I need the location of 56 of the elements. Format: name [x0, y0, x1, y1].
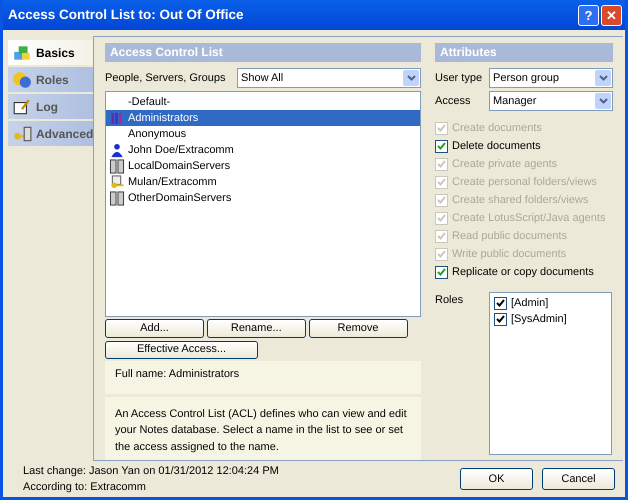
dropdown-value: Manager: [493, 94, 538, 108]
full-name-text: Full name: Administrators: [105, 361, 421, 394]
according-to-text: According to: Extracomm: [23, 480, 147, 495]
role-label: [Admin]: [511, 296, 548, 311]
list-entry[interactable]: -Default-: [106, 94, 420, 110]
checkbox-label: Read public documents: [452, 228, 567, 244]
action-button[interactable]: Add...: [105, 319, 204, 338]
access-dropdown[interactable]: Manager: [489, 90, 613, 111]
blocks-icon: [12, 44, 32, 62]
ok-button[interactable]: OK: [460, 468, 533, 490]
user-type-label: User type: [435, 70, 484, 86]
checkbox-label: Create personal folders/views: [452, 174, 597, 190]
role-label: [SysAdmin]: [511, 312, 567, 327]
list-entry[interactable]: OtherDomainServers: [106, 190, 420, 206]
server-icon: [108, 190, 126, 206]
checkbox-label: Create private agents: [452, 156, 558, 172]
last-change-text: Last change: Jason Yan on 01/31/2012 12:04:24 PM: [23, 464, 280, 478]
checkbox[interactable]: [494, 312, 507, 326]
effective-access-button[interactable]: Effective Access...: [105, 341, 258, 359]
filter-dropdown[interactable]: Show All: [237, 68, 421, 88]
user-type-dropdown[interactable]: Person group: [489, 68, 613, 88]
sidebar-tab[interactable]: Log: [8, 94, 93, 121]
window-title: Access Control List to: Out Of Office: [8, 6, 245, 24]
roles-label: Roles: [435, 293, 464, 308]
sidebar-tab[interactable]: Advanced: [8, 121, 93, 148]
section-header: Access Control List: [105, 43, 421, 62]
notebook-icon: [12, 98, 32, 116]
list-entry[interactable]: Anonymous: [106, 126, 420, 142]
checkbox-label: Create shared folders/views: [452, 192, 588, 208]
action-button[interactable]: Rename...: [206, 319, 306, 338]
list-entry[interactable]: Administrators: [106, 110, 420, 126]
help-button[interactable]: ?: [578, 4, 599, 26]
close-button[interactable]: ✕: [601, 4, 622, 26]
key-server-icon: [12, 124, 32, 142]
dropdown-value: Person group: [493, 70, 560, 86]
checkbox[interactable]: [494, 296, 507, 310]
section-header: Attributes: [435, 43, 613, 62]
checkbox-label: Write public documents: [452, 246, 566, 262]
checkbox-label: Create documents: [452, 120, 542, 136]
access-label: Access: [435, 94, 472, 108]
list-entry[interactable]: LocalDomainServers: [106, 158, 420, 174]
list-entry[interactable]: John Doe/Extracomm: [106, 142, 420, 158]
checkbox-label: Replicate or copy documents: [452, 264, 594, 280]
cancel-button[interactable]: Cancel: [542, 468, 615, 490]
checkbox[interactable]: [435, 266, 448, 278]
sidebar-tab[interactable]: Basics: [8, 40, 93, 67]
checkbox-label: Create LotusScript/Java agents: [452, 210, 606, 226]
sidebar-tab[interactable]: Roles: [8, 67, 93, 94]
server-icon: [108, 158, 126, 174]
action-button[interactable]: Remove: [308, 319, 408, 338]
help-text: An Access Control List (ACL) defines who can view and edit your Notes database. Select a name in the list to see or set the access assigned to the name.: [105, 396, 421, 460]
dropdown-value: Show All: [241, 70, 284, 86]
filter-label: People, Servers, Groups: [105, 70, 226, 86]
checkbox[interactable]: [435, 140, 448, 152]
list-entry[interactable]: Mulan/Extracomm: [106, 174, 420, 190]
checkbox-label: Delete documents: [452, 138, 541, 154]
